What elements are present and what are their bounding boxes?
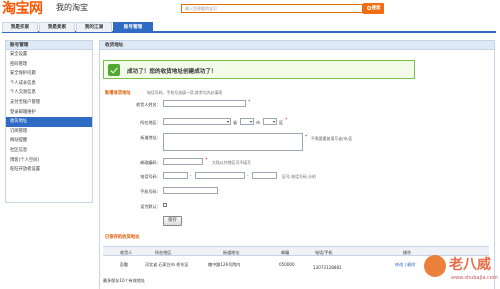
footnote: 最多保存10个有效地址: [103, 278, 146, 283]
sidebar-item-security-questions[interactable]: 安全保护问题: [6, 69, 92, 79]
tab-community[interactable]: 我的江湖: [76, 22, 112, 32]
name-label: 收货人姓名:: [136, 102, 158, 107]
search-placeholder: 输入您想要的宝贝: [185, 6, 217, 11]
postcode-input[interactable]: [163, 158, 203, 165]
mobile-input[interactable]: [163, 187, 218, 194]
tab-account-management[interactable]: 账号管理: [113, 22, 153, 32]
required-mark: *: [305, 135, 308, 140]
new-address-hint: 电话号码、手机号选填一项,其余均为必填项: [147, 90, 223, 95]
street-label: 街道地址:: [140, 135, 158, 140]
set-default-checkbox[interactable]: [163, 203, 167, 207]
street-textarea[interactable]: [163, 133, 303, 151]
sidebar-item-alipay[interactable]: 支付宝账户管理: [6, 98, 92, 108]
sidebar-item-password[interactable]: 密码管理: [6, 60, 92, 70]
search-input[interactable]: 输入您想要的宝贝: [181, 4, 363, 13]
postcode-hint: 大陆以外地区可不填写: [212, 160, 251, 165]
street-hint: 不需要重复填写省/市/区: [311, 136, 353, 141]
watermark-text: 老八威: [449, 257, 491, 273]
region-label: 所在地区:: [140, 120, 158, 125]
district-suffix: 区: [279, 120, 284, 125]
watermark-logo: [424, 255, 446, 277]
city-select[interactable]: [240, 118, 254, 125]
taobao-logo[interactable]: 淘宝网 我的淘宝: [2, 0, 90, 17]
city-suffix: 市: [256, 120, 261, 125]
column-header: 操作: [403, 249, 412, 255]
province-select[interactable]: [163, 118, 231, 125]
watermark-url: www.shubajia.com: [451, 275, 498, 281]
saved-addresses-title: 已保存的收货地址: [105, 235, 140, 240]
success-message: 成功了！您的收货地址创建成功了！: [127, 69, 217, 75]
name-input[interactable]: [163, 100, 246, 107]
phone-number-input[interactable]: [195, 172, 245, 179]
page-title: 收货地址: [100, 41, 494, 50]
row-phone: 13073128881: [313, 265, 342, 270]
sidebar-item-community-info[interactable]: 社区信息: [6, 146, 92, 156]
sidebar-item-wangwang-settings[interactable]: 旺旺开放者设置: [6, 165, 92, 175]
search-icon: [366, 5, 371, 10]
sidebar-item-site-reminders[interactable]: 网站提醒: [6, 136, 92, 146]
row-street: 槐中路126号院内: [208, 262, 241, 267]
mobile-label: 手机号码:: [140, 189, 158, 194]
column-header: 街道地址: [223, 249, 240, 255]
row-name: 彭勤: [120, 262, 129, 267]
tab-buyer[interactable]: 我是买家: [2, 22, 38, 32]
sidebar: 账号管理 安全设置 密码管理 安全保护问题 个人成长信息 个人交易信息 支付宝账…: [5, 40, 93, 203]
phone-label: 电话号码:: [140, 174, 158, 179]
row-actions[interactable]: 修改 | 删除: [395, 262, 415, 268]
sidebar-item-subscriptions[interactable]: 订阅管理: [6, 127, 92, 137]
province-suffix: 省: [233, 120, 238, 125]
required-mark: *: [248, 100, 251, 105]
required-mark: *: [205, 158, 208, 163]
phone-hint: 区号-电话号码-分机: [282, 174, 316, 179]
dash: -: [190, 173, 192, 178]
column-header: 所在地区: [155, 249, 172, 255]
sidebar-item-shipping-address[interactable]: 收货地址: [6, 117, 92, 127]
sidebar-item-growth-info[interactable]: 个人成长信息: [6, 79, 92, 89]
default-label: 设为默认:: [140, 204, 158, 209]
checkmark-icon: [108, 64, 120, 76]
postcode-label: 邮政编码:: [140, 160, 158, 165]
new-address-section-title: 新增收货地址: [105, 91, 131, 96]
main-nav: 我是买家 我是卖家 我的江湖 账号管理: [2, 22, 496, 33]
column-header: 收货人: [120, 249, 133, 255]
save-button[interactable]: 保存: [163, 216, 182, 226]
row-postcode: 050000: [279, 262, 295, 267]
sidebar-title: 账号管理: [6, 41, 92, 50]
my-taobao-title: 我的淘宝: [56, 3, 88, 12]
main-panel: 收货地址 成功了！您的收货地址创建成功了！ 新增收货地址 电话号码、手机号选填一…: [99, 40, 495, 289]
phone-area-input[interactable]: [163, 172, 188, 179]
sidebar-item-login-email[interactable]: 登录邮箱维护: [6, 108, 92, 118]
row-region: 河北省 石家庄市 桥东区: [145, 262, 189, 267]
sidebar-item-blog[interactable]: 博客(个人空间): [6, 156, 92, 166]
column-header: 邮编: [281, 249, 290, 255]
required-mark: *: [285, 118, 288, 123]
tab-seller[interactable]: 我是卖家: [39, 22, 75, 32]
success-banner: 成功了！您的收货地址创建成功了！: [103, 60, 415, 79]
sidebar-item-trade-info[interactable]: 个人交易信息: [6, 88, 92, 98]
search-button-label: 搜索: [371, 6, 381, 11]
watermark: 老八威 www.shubajia.com: [421, 254, 498, 286]
district-select[interactable]: [263, 118, 277, 125]
search-button[interactable]: 搜索: [363, 3, 384, 14]
column-header: 电话/手机: [315, 249, 333, 255]
sidebar-item-security-settings[interactable]: 安全设置: [6, 50, 92, 60]
phone-extension-input[interactable]: [252, 172, 277, 179]
brand-name: 淘宝网: [2, 1, 43, 17]
dash: -: [247, 173, 249, 178]
